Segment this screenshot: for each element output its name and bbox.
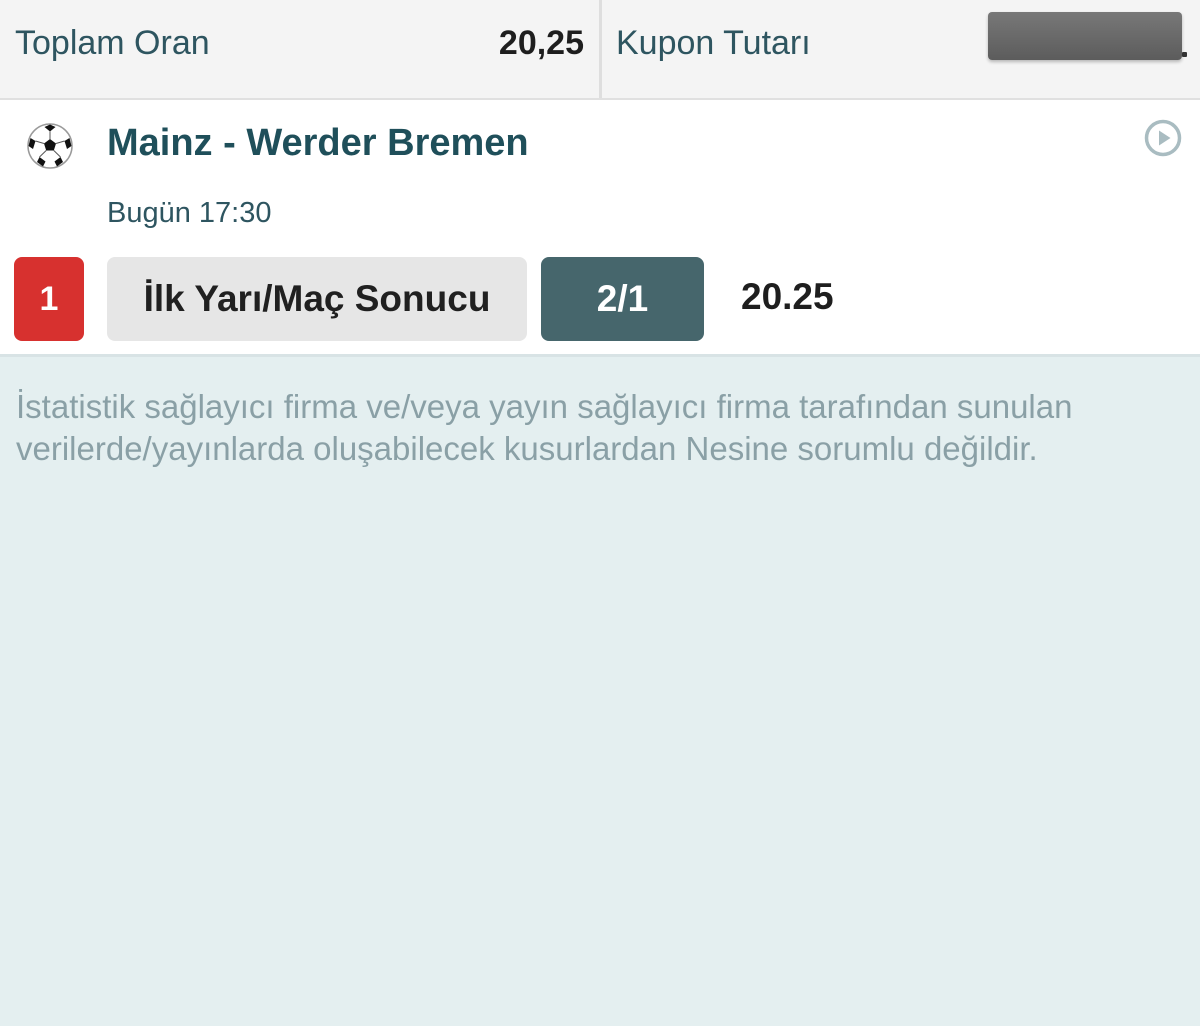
play-circle-icon[interactable] bbox=[1144, 119, 1182, 157]
coupon-amount-label: Kupon Tutarı bbox=[616, 24, 811, 62]
coupon-page: Toplam Oran 20,25 Kupon Tutarı Mainz - W… bbox=[0, 0, 1200, 1026]
selection-odd-value: 20.25 bbox=[741, 276, 834, 317]
total-odds-value: 20,25 bbox=[498, 24, 584, 62]
coupon-amount-redacted bbox=[988, 12, 1182, 60]
match-time: Bugün 17:30 bbox=[107, 197, 272, 229]
soccer-ball-icon bbox=[27, 123, 73, 169]
redaction-trailing-mark bbox=[1182, 52, 1187, 57]
market-name-pill: İlk Yarı/Maç Sonucu bbox=[107, 257, 527, 341]
disclaimer-text: İstatistik sağlayıcı firma ve/veya yayın… bbox=[16, 388, 1073, 467]
total-odds-cell: Toplam Oran 20,25 bbox=[0, 0, 599, 98]
bet-code-badge: 1 bbox=[14, 257, 84, 341]
match-title[interactable]: Mainz - Werder Bremen bbox=[107, 122, 529, 165]
selected-outcome-pill[interactable]: 2/1 bbox=[541, 257, 704, 341]
match-card[interactable]: Mainz - Werder Bremen Bugün 17:30 1 İlk … bbox=[0, 100, 1200, 357]
coupon-amount-cell[interactable]: Kupon Tutarı bbox=[602, 0, 1200, 98]
coupon-summary-bar: Toplam Oran 20,25 Kupon Tutarı bbox=[0, 0, 1200, 100]
total-odds-label: Toplam Oran bbox=[15, 24, 210, 62]
